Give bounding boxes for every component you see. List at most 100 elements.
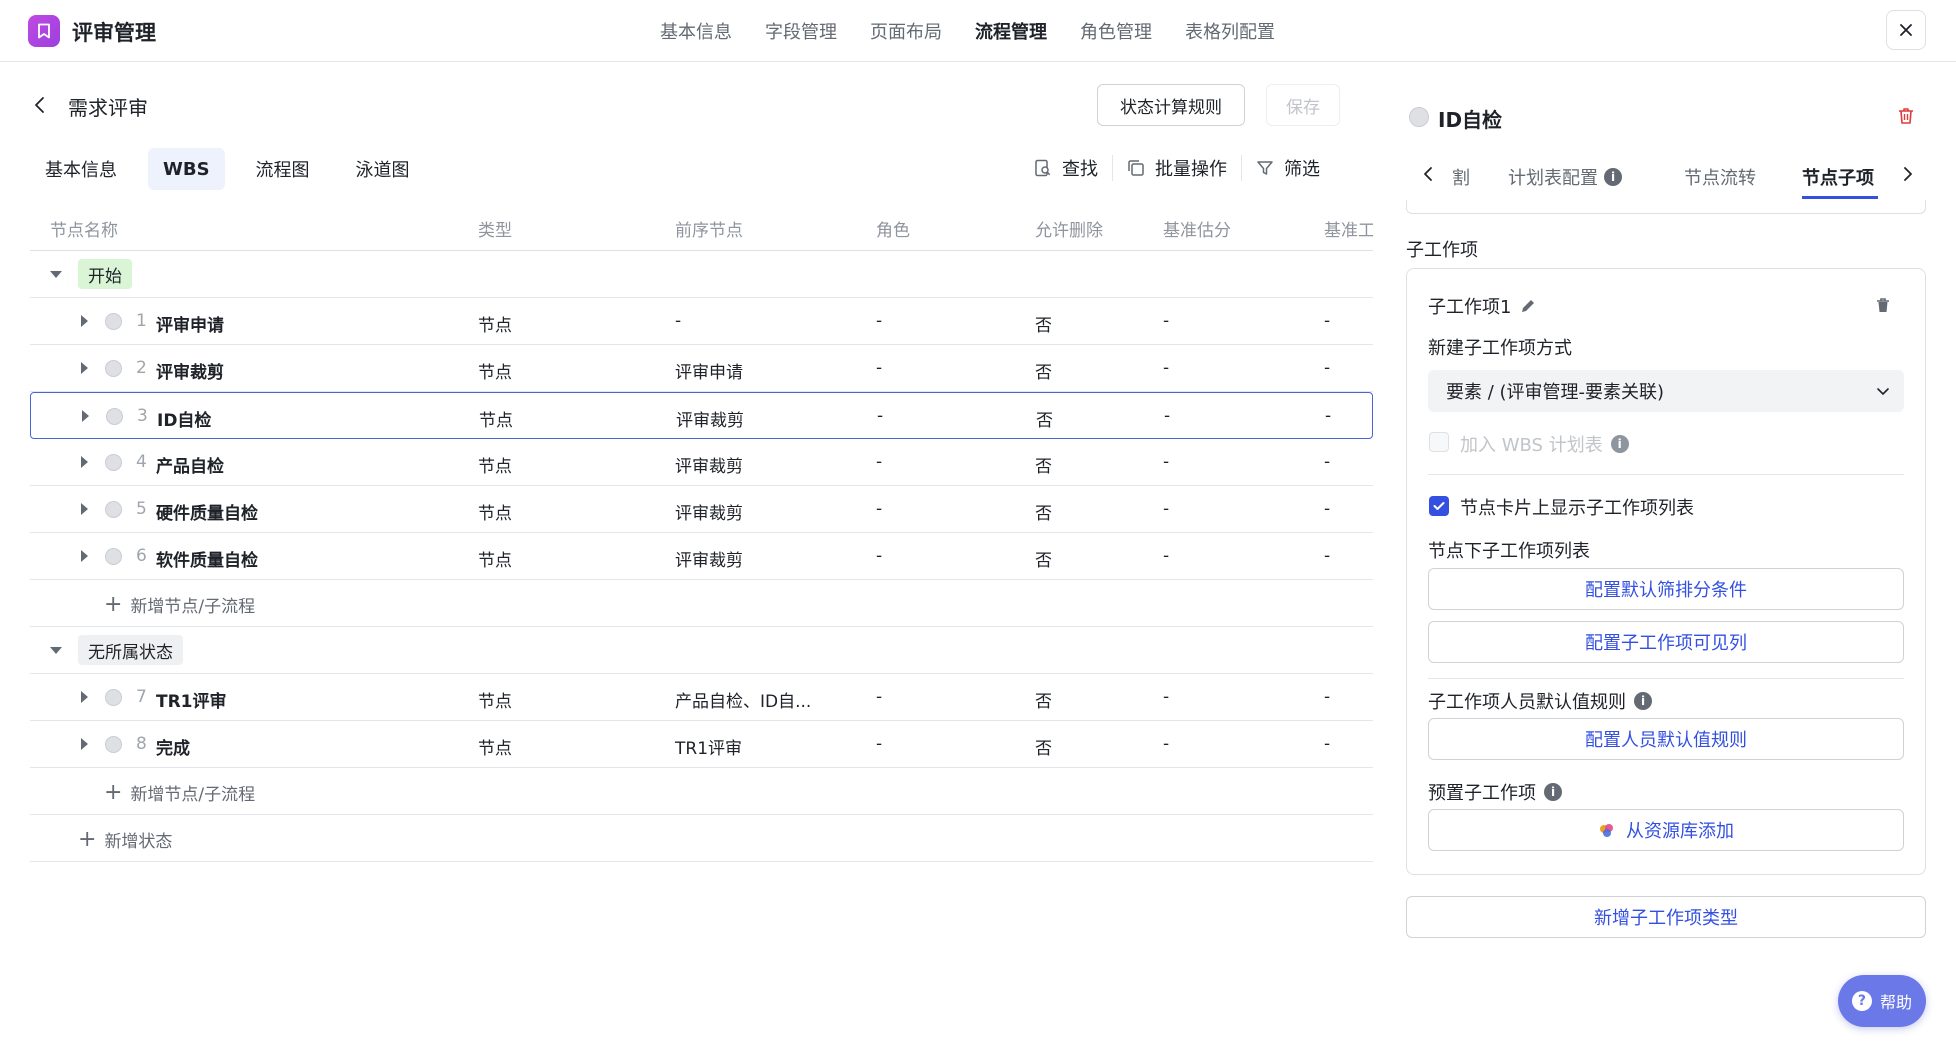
node-name[interactable]: 评审裁剪: [156, 358, 224, 383]
nav-flow-management[interactable]: 流程管理: [975, 18, 1047, 44]
status-tag: 无所属状态: [78, 635, 183, 665]
chevron-down-icon: [1877, 388, 1889, 396]
help-icon: ?: [1851, 991, 1872, 1011]
expand-icon[interactable]: [81, 456, 88, 468]
table-row[interactable]: 1 评审申请 节点 - - 否 - -: [30, 298, 1373, 345]
app-logo-icon: [28, 15, 60, 47]
info-icon: i: [1604, 168, 1622, 186]
row-index: 8: [136, 734, 147, 754]
add-node-label: 新增节点/子流程: [130, 597, 256, 617]
nav-page-layout[interactable]: 页面布局: [870, 18, 942, 44]
tab-node-flow[interactable]: 节点流转: [1684, 164, 1756, 190]
show-list-checkbox[interactable]: [1429, 496, 1449, 516]
table-row[interactable]: 2 评审裁剪 节点 评审申请 - 否 - -: [30, 345, 1373, 392]
batch-label: 批量操作: [1155, 159, 1227, 180]
col-role[interactable]: 角色: [876, 216, 910, 241]
tab-truncated[interactable]: 割: [1452, 164, 1472, 190]
row-index: 4: [136, 452, 147, 472]
add-from-library-button[interactable]: 从资源库添加: [1428, 809, 1904, 851]
node-status-dot: [105, 501, 122, 518]
node-name[interactable]: 完成: [156, 734, 190, 759]
node-name[interactable]: 软件质量自检: [156, 546, 258, 571]
nav-basic-info[interactable]: 基本信息: [660, 18, 732, 44]
table-row[interactable]: 7 TR1评审 节点 产品自检、ID自... - 否 - -: [30, 674, 1373, 721]
config-person-rule-button[interactable]: 配置人员默认值规则: [1428, 718, 1904, 760]
nav-field-management[interactable]: 字段管理: [765, 18, 837, 44]
add-sub-item-type-button[interactable]: 新增子工作项类型: [1406, 896, 1926, 938]
tab-wbs[interactable]: WBS: [148, 148, 225, 190]
tab-basic-info[interactable]: 基本信息: [30, 148, 132, 190]
status-rule-button[interactable]: 状态计算规则: [1097, 84, 1245, 126]
add-node-button[interactable]: + 新增节点/子流程: [104, 780, 255, 805]
tab-swimlane[interactable]: 泳道图: [341, 148, 425, 190]
expand-icon[interactable]: [81, 738, 88, 750]
table-row[interactable]: 4 产品自检 节点 评审裁剪 - 否 - -: [30, 439, 1373, 486]
predecessor: 评审裁剪: [675, 551, 743, 571]
add-node-row[interactable]: + 新增节点/子流程: [30, 768, 1373, 815]
node-type: 节点: [478, 363, 512, 383]
expand-icon[interactable]: [81, 550, 88, 562]
expand-icon[interactable]: [81, 503, 88, 515]
add-state-label: 新增状态: [104, 832, 173, 852]
expand-icon[interactable]: [81, 691, 88, 703]
col-predecessor[interactable]: 前序节点: [675, 216, 743, 241]
group-row-start[interactable]: 开始: [30, 251, 1373, 298]
config-columns-button[interactable]: 配置子工作项可见列: [1428, 621, 1904, 663]
node-type: 节点: [478, 739, 512, 759]
edit-pencil-icon[interactable]: [1519, 297, 1537, 315]
add-node-row[interactable]: + 新增节点/子流程: [30, 580, 1373, 627]
trash-icon[interactable]: [1874, 296, 1892, 314]
table-row[interactable]: 6 软件质量自检 节点 评审裁剪 - 否 - -: [30, 533, 1373, 580]
chevron-right-icon[interactable]: [1898, 164, 1918, 184]
collapse-icon[interactable]: [50, 271, 62, 278]
node-name[interactable]: 评审申请: [156, 311, 224, 336]
table-row[interactable]: 5 硬件质量自检 节点 评审裁剪 - 否 - -: [30, 486, 1373, 533]
role: -: [876, 358, 883, 378]
back-arrow-icon[interactable]: [30, 95, 50, 115]
col-type[interactable]: 类型: [478, 216, 512, 241]
tab-plan-config[interactable]: 计划表配置 i: [1508, 164, 1622, 190]
join-wbs-checkbox[interactable]: [1429, 432, 1449, 452]
row-index: 1: [136, 311, 147, 331]
base-score: -: [1163, 311, 1170, 331]
filter-button[interactable]: 筛选: [1242, 155, 1334, 181]
collapse-icon[interactable]: [50, 647, 62, 654]
create-method-select[interactable]: 要素 / (评审管理-要素关联): [1428, 370, 1904, 412]
add-node-button[interactable]: + 新增节点/子流程: [104, 592, 255, 617]
help-button[interactable]: ? 帮助: [1838, 975, 1926, 1027]
nav-role-management[interactable]: 角色管理: [1080, 18, 1152, 44]
node-name[interactable]: TR1评审: [156, 687, 227, 712]
table-row-selected[interactable]: 3 ID自检 节点 评审裁剪 - 否 - -: [30, 392, 1373, 439]
col-allow-delete[interactable]: 允许删除: [1035, 216, 1103, 241]
save-button[interactable]: 保存: [1266, 84, 1340, 126]
node-name[interactable]: 产品自检: [156, 452, 224, 477]
panel-title: ID自检: [1438, 108, 1503, 132]
add-state-button[interactable]: + 新增状态: [78, 827, 172, 852]
table-row[interactable]: 8 完成 节点 TR1评审 - 否 - -: [30, 721, 1373, 768]
find-button[interactable]: 查找: [1020, 155, 1112, 181]
group-row-unassigned[interactable]: 无所属状态: [30, 627, 1373, 674]
trash-icon[interactable]: [1896, 106, 1916, 126]
chevron-left-icon[interactable]: [1418, 164, 1438, 184]
tab-node-subitems[interactable]: 节点子项: [1802, 164, 1874, 190]
role: -: [877, 406, 884, 426]
node-status-dot: [105, 548, 122, 565]
base-work: -: [1324, 546, 1331, 566]
close-button[interactable]: [1886, 10, 1926, 50]
expand-icon[interactable]: [81, 315, 88, 327]
node-name[interactable]: 硬件质量自检: [156, 499, 258, 524]
col-base-work[interactable]: 基准工: [1324, 216, 1373, 241]
divider: [1428, 678, 1904, 679]
role: -: [876, 499, 883, 519]
col-base-score[interactable]: 基准估分: [1163, 216, 1231, 241]
col-node-name[interactable]: 节点名称: [50, 216, 118, 241]
expand-icon[interactable]: [82, 410, 89, 422]
node-name[interactable]: ID自检: [157, 406, 211, 431]
expand-icon[interactable]: [81, 362, 88, 374]
nav-table-columns[interactable]: 表格列配置: [1185, 18, 1275, 44]
batch-operation-button[interactable]: 批量操作: [1113, 155, 1241, 181]
add-state-row[interactable]: + 新增状态: [30, 815, 1373, 862]
add-node-label: 新增节点/子流程: [130, 785, 256, 805]
tab-flow-chart[interactable]: 流程图: [241, 148, 325, 190]
config-filter-button[interactable]: 配置默认筛排分条件: [1428, 568, 1904, 610]
